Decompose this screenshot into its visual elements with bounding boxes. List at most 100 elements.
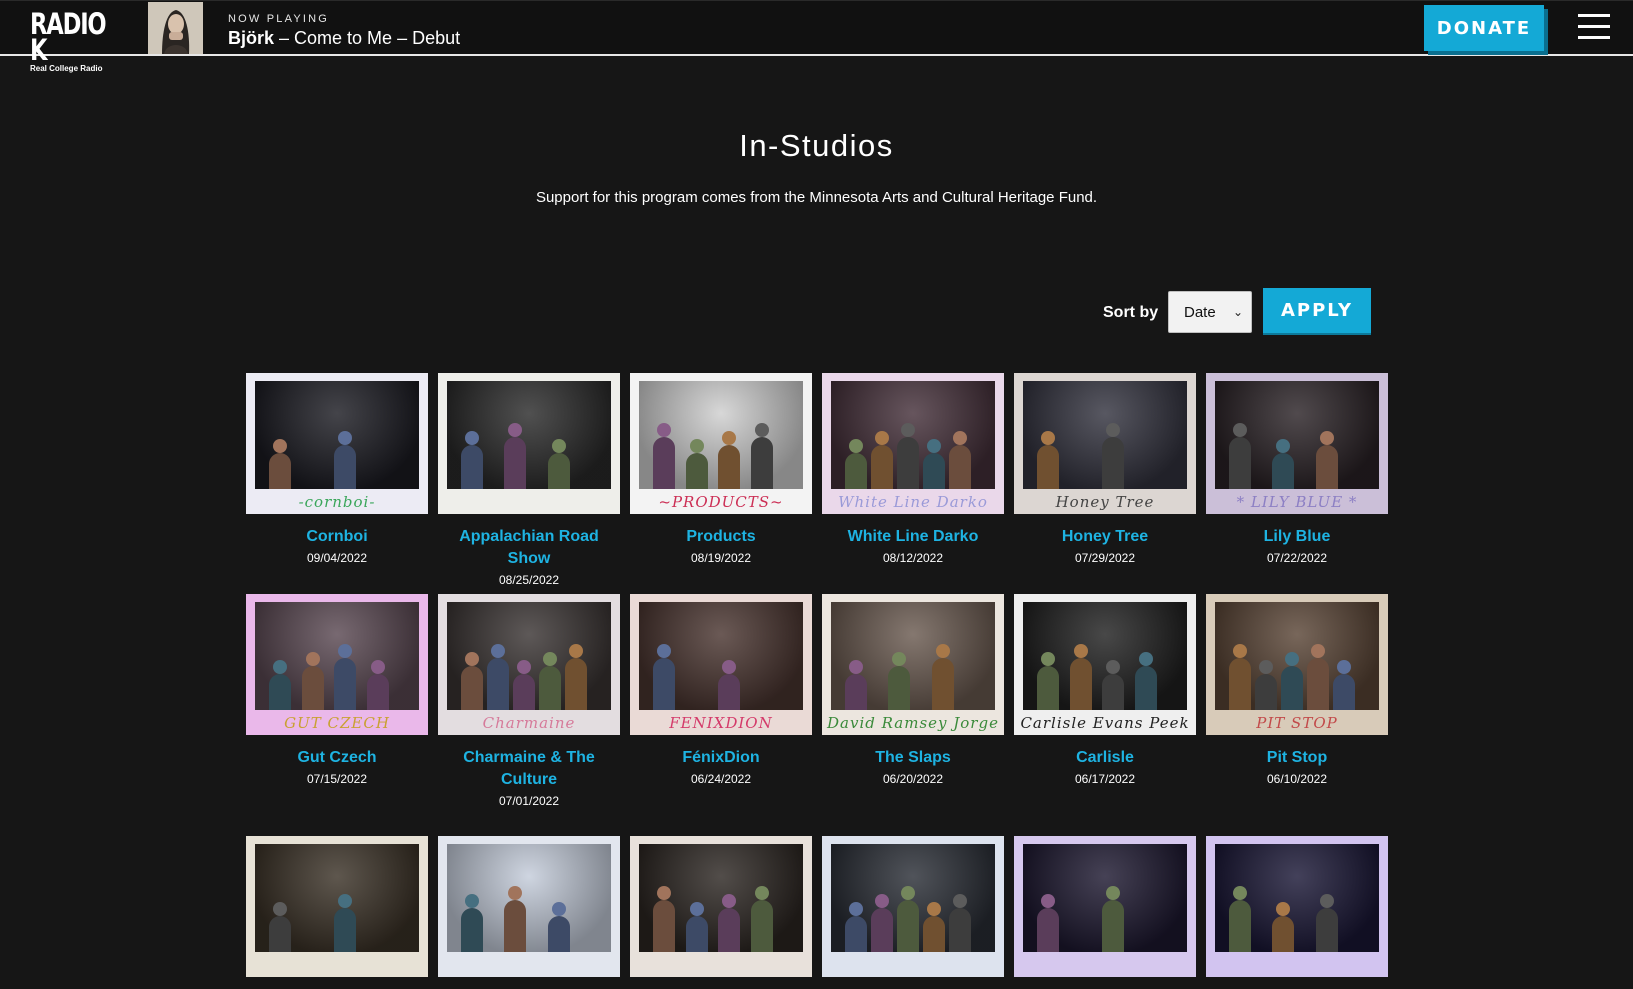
person-figure (461, 666, 483, 710)
session-title-link[interactable]: The Slaps (822, 747, 1004, 769)
person-figure (269, 674, 291, 710)
session-date: 06/10/2022 (1266, 772, 1328, 786)
photo-caption: -cornboi- (298, 493, 376, 511)
person-figure (539, 666, 561, 710)
session-photo-scene (1023, 602, 1187, 710)
session-title-link[interactable]: Pit Stop (1206, 747, 1388, 769)
person-figure (845, 916, 867, 952)
person-figure (269, 453, 291, 489)
person-figure (301, 666, 324, 710)
person-figure (750, 437, 773, 489)
session-photo-scene (639, 844, 803, 952)
session-photo[interactable]: -cornboi- (246, 373, 428, 514)
session-date: 06/17/2022 (1074, 772, 1136, 786)
session-title-link[interactable]: Honey Tree (1014, 526, 1196, 548)
session-photo[interactable] (438, 373, 620, 514)
session-card[interactable]: Carlisle Evans Peek Carlisle 06/17/2022 (1014, 594, 1196, 786)
person-figure (461, 445, 483, 489)
session-photo-scene (255, 602, 419, 710)
person-figure (1037, 445, 1059, 489)
photo-caption: PIT STOP (1256, 714, 1338, 732)
person-figure (897, 900, 919, 952)
session-date: 09/04/2022 (306, 551, 368, 565)
session-title-link[interactable]: FénixDion (630, 747, 812, 769)
session-card[interactable]: White Line Darko White Line Darko 08/12/20… (822, 373, 1004, 565)
apply-button[interactable]: APPLY (1263, 288, 1371, 333)
session-photo-scene (255, 844, 419, 952)
person-figure (718, 908, 740, 952)
session-photo[interactable]: PIT STOP (1206, 594, 1388, 735)
person-figure (1037, 666, 1059, 710)
chevron-down-icon: ⌄ (1232, 305, 1243, 319)
person-figure (1333, 674, 1355, 710)
person-figure (1102, 674, 1124, 710)
session-card[interactable]: Appalachian Road Show 08/25/2022 (438, 373, 620, 587)
session-title-link[interactable]: Charmaine & The Culture (438, 747, 620, 791)
now-playing-track[interactable]: Björk – Come to Me – Debut (228, 28, 460, 49)
session-card[interactable]: * LILY BLUE * Lily Blue 07/22/2022 (1206, 373, 1388, 565)
hamburger-menu-icon[interactable] (1578, 14, 1610, 42)
session-photo[interactable] (1206, 836, 1388, 977)
session-card[interactable]: -cornboi- Cornboi 09/04/2022 (246, 373, 428, 565)
menu-bar (1578, 25, 1610, 28)
session-card[interactable]: GUT CZECH Gut Czech 07/15/2022 (246, 594, 428, 786)
session-card[interactable] (246, 836, 428, 989)
session-card[interactable] (1206, 836, 1388, 989)
session-photo-scene (831, 844, 995, 952)
person-figure (871, 908, 893, 952)
donate-button[interactable]: DONATE (1424, 5, 1544, 51)
session-card[interactable] (438, 836, 620, 989)
album-art-thumbnail[interactable] (148, 2, 203, 54)
person-figure (1315, 445, 1338, 489)
person-figure (565, 658, 587, 710)
session-photo[interactable]: GUT CZECH (246, 594, 428, 735)
session-card[interactable]: ~PRODUCTS~ Products 08/19/2022 (630, 373, 812, 565)
session-photo[interactable] (246, 836, 428, 977)
session-title-link[interactable]: Cornboi (246, 526, 428, 548)
session-photo[interactable]: Carlisle Evans Peek (1014, 594, 1196, 735)
session-title-link[interactable]: Appalachian Road Show (438, 526, 620, 570)
radio-k-logo[interactable]: RADIO K Real College Radio (30, 10, 116, 74)
session-photo[interactable]: * LILY BLUE * (1206, 373, 1388, 514)
photo-caption: Honey Tree (1055, 493, 1155, 511)
session-date: 07/15/2022 (306, 772, 368, 786)
session-title-link[interactable]: White Line Darko (822, 526, 1004, 548)
sort-select[interactable]: Date ⌄ (1168, 291, 1252, 333)
person-figure (871, 445, 893, 489)
session-card[interactable]: Honey Tree Honey Tree 07/29/2022 (1014, 373, 1196, 565)
session-card[interactable] (630, 836, 812, 989)
photo-caption: * LILY BLUE * (1236, 493, 1358, 511)
session-photo[interactable] (1014, 836, 1196, 977)
session-photo[interactable]: Charmaine (438, 594, 620, 735)
photo-caption: Charmaine (482, 714, 576, 732)
session-title-link[interactable]: Lily Blue (1206, 526, 1388, 548)
session-photo[interactable] (438, 836, 620, 977)
session-photo[interactable]: White Line Darko (822, 373, 1004, 514)
session-title-link[interactable]: Products (630, 526, 812, 548)
page-title: In-Studios (739, 128, 894, 163)
session-title-link[interactable]: Gut Czech (246, 747, 428, 769)
session-title-link[interactable]: Carlisle (1014, 747, 1196, 769)
session-photo[interactable] (822, 836, 1004, 977)
session-card[interactable]: David Ramsey Jorge The Slaps 06/20/2022 (822, 594, 1004, 786)
session-date: 08/25/2022 (498, 573, 560, 587)
session-card[interactable]: Charmaine Charmaine & The Culture 07/01/20… (438, 594, 620, 808)
session-card[interactable]: FENIXDION FénixDion 06/24/2022 (630, 594, 812, 786)
person-figure (897, 437, 919, 489)
session-photo[interactable]: Honey Tree (1014, 373, 1196, 514)
session-photo[interactable] (630, 836, 812, 977)
session-photo[interactable]: FENIXDION (630, 594, 812, 735)
top-bar: RADIO K Real College Radio NOW PLAYING B… (0, 0, 1633, 74)
session-photo[interactable]: David Ramsey Jorge (822, 594, 1004, 735)
session-card[interactable] (1014, 836, 1196, 989)
person-figure (923, 916, 945, 952)
session-photo[interactable]: ~PRODUCTS~ (630, 373, 812, 514)
session-card[interactable]: PIT STOP Pit Stop 06/10/2022 (1206, 594, 1388, 786)
session-photo-scene (1215, 844, 1379, 952)
track-artist: Björk (228, 28, 275, 48)
person-figure (513, 674, 535, 710)
session-card[interactable] (822, 836, 1004, 989)
person-figure (923, 453, 945, 489)
session-photo-scene (1023, 381, 1187, 489)
person-figure (334, 908, 356, 952)
